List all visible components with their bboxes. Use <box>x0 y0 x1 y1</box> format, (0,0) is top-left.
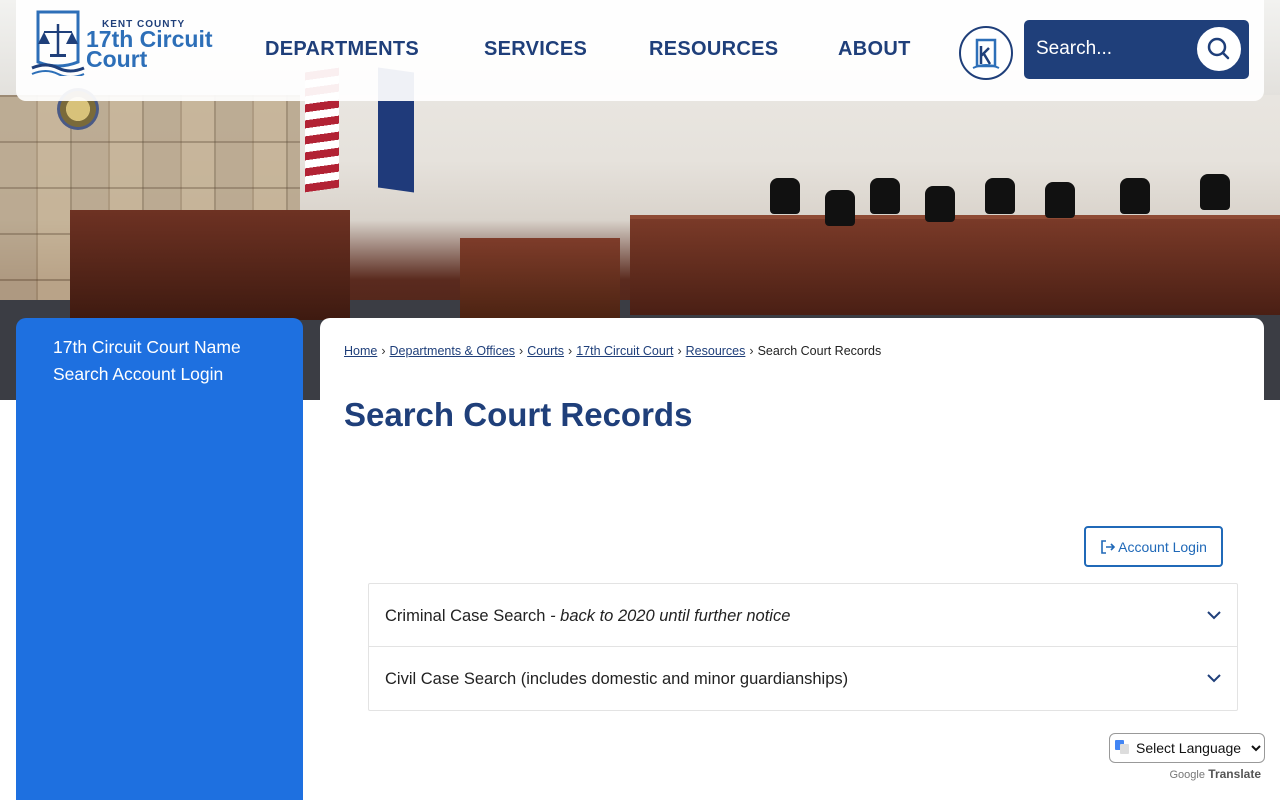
sign-in-icon <box>1101 539 1116 554</box>
records-accordion: Criminal Case Search - back to 2020 unti… <box>368 583 1238 711</box>
page-title: Search Court Records <box>344 396 693 433</box>
breadcrumb-separator: › <box>568 344 573 358</box>
nav-about[interactable]: ABOUT <box>838 38 911 61</box>
jury-chair <box>825 190 855 226</box>
court-name-line2: Court <box>86 46 148 72</box>
site-logo[interactable]: KENT COUNTY 17th Circuit Court <box>30 10 220 76</box>
chevron-down-icon <box>1207 611 1221 620</box>
breadcrumb-circuit-court[interactable]: 17th Circuit Court <box>576 344 673 358</box>
jury-chair <box>1200 174 1230 210</box>
search-button[interactable] <box>1195 25 1243 73</box>
sidebar: 17th Circuit Court Name Search Account L… <box>16 318 303 800</box>
google-label: Google <box>1169 769 1205 781</box>
site-header: KENT COUNTY 17th Circuit Court DEPARTMEN… <box>16 0 1264 101</box>
accordion-civil-case-search[interactable]: Civil Case Search (includes domestic and… <box>369 647 1237 710</box>
jury-chair <box>925 186 955 222</box>
breadcrumb-departments[interactable]: Departments & Offices <box>390 344 516 358</box>
judge-bench <box>70 210 350 320</box>
jury-chair <box>770 178 800 214</box>
kent-k-icon <box>972 38 1000 69</box>
jury-chair <box>1045 182 1075 218</box>
jury-chair <box>1120 178 1150 214</box>
breadcrumb-separator: › <box>749 344 754 358</box>
nav-departments[interactable]: DEPARTMENTS <box>265 38 419 61</box>
breadcrumb-resources[interactable]: Resources <box>686 344 746 358</box>
main-content: Home › Departments & Offices › Courts › 17th C… <box>320 318 1264 800</box>
jury-chair <box>985 178 1015 214</box>
sidebar-item-court-name[interactable]: 17th Circuit Court Name <box>53 337 241 358</box>
account-login-label: Account Login <box>1118 538 1207 555</box>
podium <box>460 238 620 328</box>
search-input[interactable] <box>1036 30 1186 68</box>
jury-box <box>630 215 1280 315</box>
accordion-label: Criminal Case Search - back to 2020 unti… <box>385 607 790 626</box>
criminal-search-title: Criminal Case Search <box>385 607 546 625</box>
scales-of-justice-icon <box>31 10 85 76</box>
language-select[interactable]: Select Language <box>1109 733 1265 763</box>
jury-chair <box>870 178 900 214</box>
sidebar-item-account-login[interactable]: Search Account Login <box>53 364 223 385</box>
breadcrumb-courts[interactable]: Courts <box>527 344 564 358</box>
nav-services[interactable]: SERVICES <box>484 38 587 61</box>
account-login-button[interactable]: Account Login <box>1084 526 1223 567</box>
google-translate-widget: Select Language Google Translate <box>1109 733 1265 781</box>
civil-search-title: Civil Case Search (includes domestic and… <box>385 670 849 688</box>
kent-county-badge[interactable] <box>959 26 1013 80</box>
breadcrumb-separator: › <box>381 344 386 358</box>
chevron-down-icon <box>1207 674 1221 683</box>
breadcrumb-separator: › <box>519 344 524 358</box>
powered-by-google: Google Translate <box>1109 767 1265 781</box>
site-search <box>1024 20 1249 79</box>
criminal-search-note: - back to 2020 until further notice <box>550 607 791 625</box>
breadcrumb-current: Search Court Records <box>757 344 882 358</box>
translate-label: Translate <box>1208 767 1261 781</box>
google-translate-icon <box>1115 740 1129 754</box>
breadcrumb: Home › Departments & Offices › Courts › 17th C… <box>344 344 881 358</box>
search-icon <box>1207 37 1230 60</box>
breadcrumb-separator: › <box>677 344 682 358</box>
nav-resources[interactable]: RESOURCES <box>649 38 778 61</box>
breadcrumb-home[interactable]: Home <box>344 344 377 358</box>
accordion-criminal-case-search[interactable]: Criminal Case Search - back to 2020 unti… <box>369 584 1237 647</box>
